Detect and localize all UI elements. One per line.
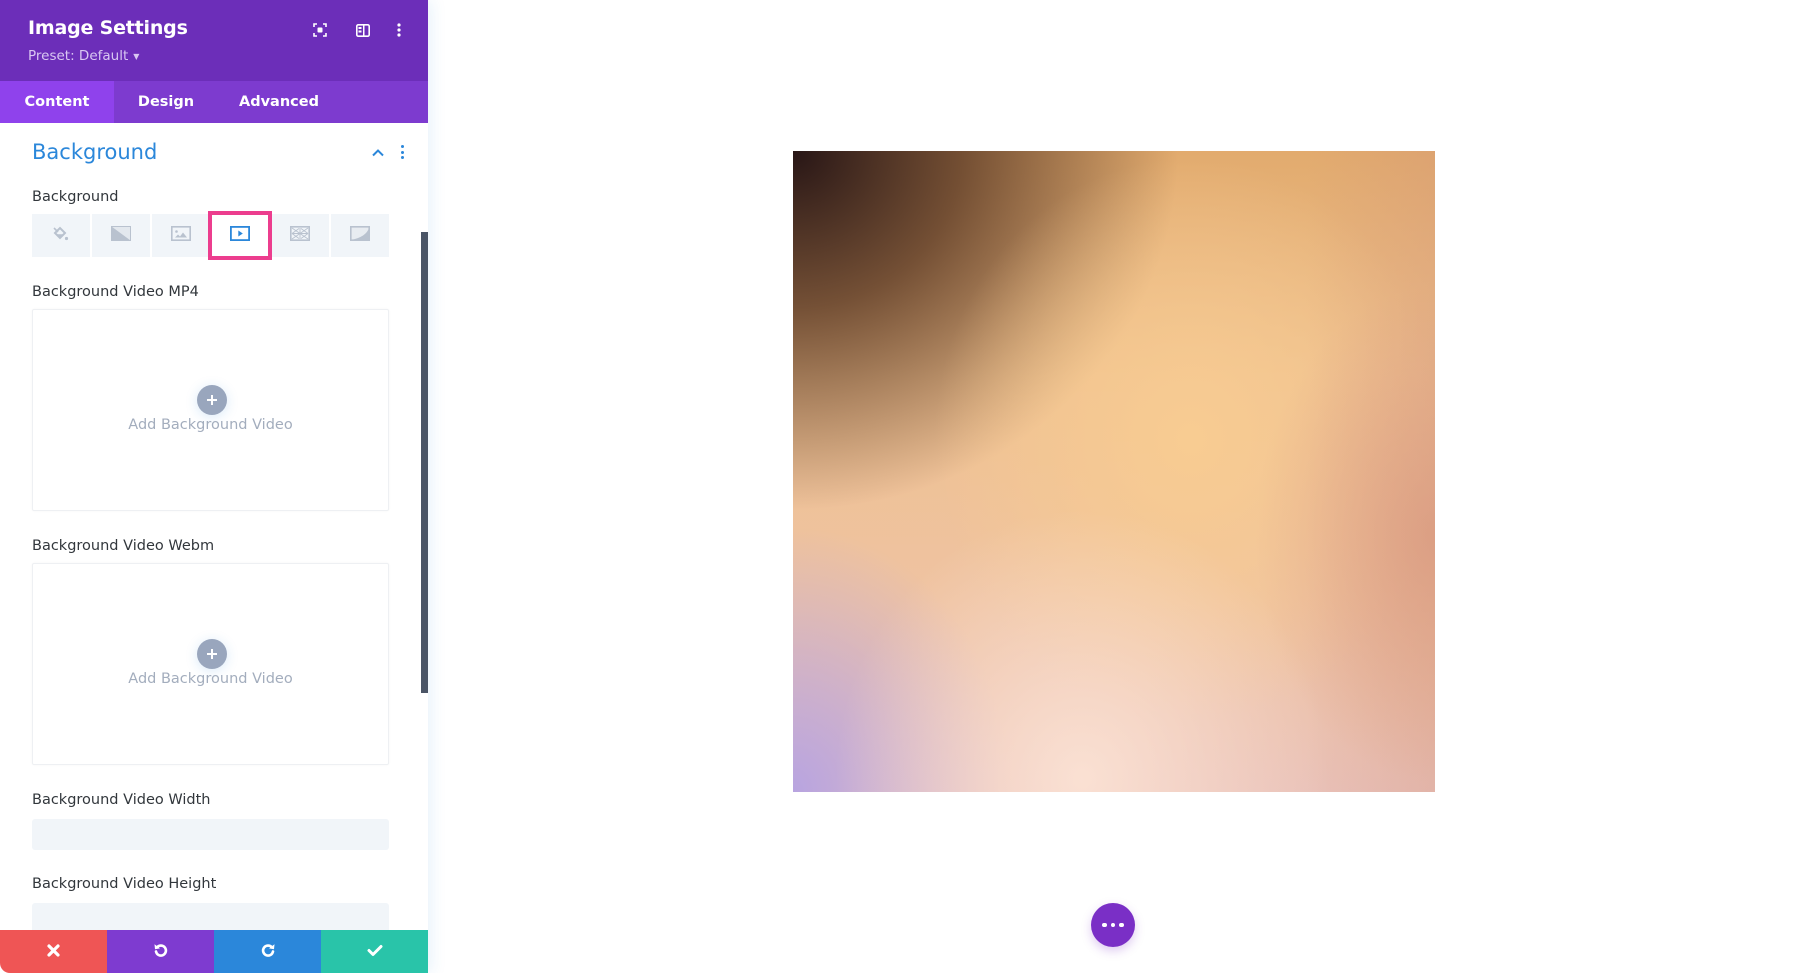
paint-bucket-icon: [52, 226, 69, 246]
bg-type-color[interactable]: [32, 214, 90, 257]
mask-icon: [350, 226, 371, 245]
discard-button[interactable]: [0, 930, 107, 973]
bg-type-video[interactable]: [208, 211, 273, 260]
background-label: Background: [32, 189, 119, 205]
preset-label: Preset: Default: [28, 48, 129, 64]
chevron-up-icon[interactable]: [371, 145, 385, 159]
bg-type-pattern[interactable]: [271, 214, 330, 257]
video-height-label: Background Video Height: [32, 876, 217, 892]
preset-dropdown[interactable]: Preset: Default ▼: [28, 48, 139, 64]
close-icon: [47, 942, 60, 961]
upload-label: Add Background Video: [128, 417, 293, 433]
video-width-input[interactable]: [32, 819, 389, 850]
video-webm-label: Background Video Webm: [32, 538, 215, 554]
settings-panel: Image Settings Preset: Default ▼ Content…: [0, 0, 428, 973]
tab-content[interactable]: Content: [0, 81, 114, 123]
video-webm-upload[interactable]: Add Background Video: [32, 563, 389, 765]
panel-toolbar: [0, 930, 428, 973]
video-icon: [230, 225, 251, 245]
panel-scrollbar[interactable]: [421, 232, 428, 693]
section-title[interactable]: Background: [32, 140, 157, 164]
bg-type-mask[interactable]: [331, 214, 389, 257]
more-horizontal-icon[interactable]: [1091, 903, 1135, 947]
focus-mode-icon[interactable]: [309, 19, 331, 41]
pattern-icon: [290, 226, 311, 245]
tab-design[interactable]: Design: [114, 81, 218, 123]
upload-label: Add Background Video: [128, 671, 293, 687]
image-icon: [170, 226, 191, 245]
caret-down-icon: ▼: [133, 52, 140, 61]
image-module[interactable]: [793, 151, 1435, 792]
undo-icon: [153, 942, 169, 962]
redo-icon: [260, 942, 276, 962]
settings-tabs: Content Design Advanced: [0, 81, 428, 123]
background-type-selector: [32, 211, 389, 260]
check-icon: [367, 942, 383, 961]
more-options-icon[interactable]: [388, 19, 410, 41]
undo-button[interactable]: [107, 930, 214, 973]
save-button[interactable]: [321, 930, 428, 973]
gradient-icon: [110, 226, 131, 245]
section-more-icon[interactable]: [398, 143, 406, 161]
bg-type-gradient[interactable]: [91, 214, 150, 257]
tab-advanced[interactable]: Advanced: [218, 81, 340, 123]
plus-icon: [197, 639, 227, 669]
bg-type-image[interactable]: [151, 214, 210, 257]
video-width-label: Background Video Width: [32, 792, 211, 808]
video-mp4-label: Background Video MP4: [32, 284, 199, 300]
redo-button[interactable]: [214, 930, 321, 973]
split-view-icon[interactable]: [352, 19, 374, 41]
panel-title: Image Settings: [28, 17, 188, 39]
panel-body: Background Background Background Video M…: [0, 123, 428, 934]
plus-icon: [197, 385, 227, 415]
video-mp4-upload[interactable]: Add Background Video: [32, 309, 389, 511]
panel-header: Image Settings Preset: Default ▼: [0, 0, 428, 81]
